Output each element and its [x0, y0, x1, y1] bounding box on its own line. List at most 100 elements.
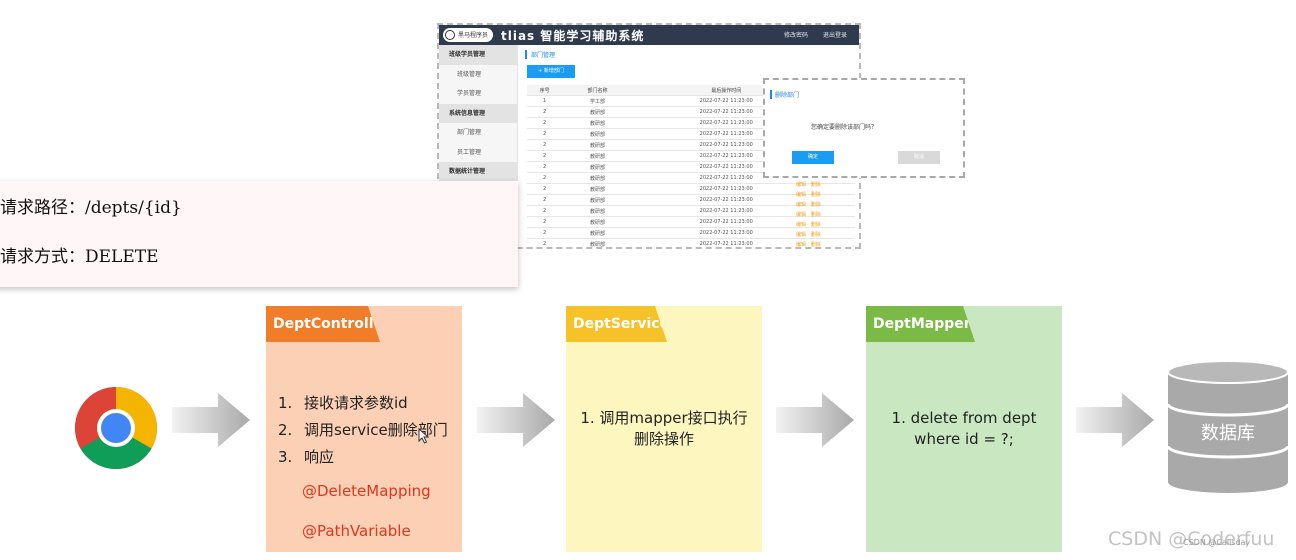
table-cell: 2022-07-22 11:23:00	[632, 238, 820, 247]
table-cell: 教研部	[562, 139, 633, 151]
delete-link[interactable]: 删除	[811, 192, 821, 198]
edit-link[interactable]: 编辑	[796, 242, 806, 248]
delete-link[interactable]: 删除	[811, 232, 821, 238]
logout-link[interactable]: 退出登录	[823, 30, 847, 39]
table-cell: 1	[527, 95, 563, 107]
dept-mapper-box: DeptMapper 1. delete from dept where id …	[866, 306, 1062, 552]
sidebar-item[interactable]: 员工管理	[439, 143, 517, 163]
table-cell: 2	[527, 172, 563, 184]
table-cell: 2	[527, 161, 563, 173]
path-variable-annotation: @PathVariable	[302, 522, 411, 540]
cancel-button[interactable]: 取消	[898, 151, 940, 164]
arrow-icon	[477, 393, 555, 447]
ops-row: 编辑 删除	[796, 230, 836, 240]
table-cell: 2022-07-22 11:23:00	[632, 205, 820, 217]
confirm-button[interactable]: 确定	[792, 151, 834, 164]
table-cell: 2	[527, 139, 563, 151]
delete-link[interactable]: 删除	[811, 242, 821, 248]
edit-link[interactable]: 编辑	[796, 192, 806, 198]
table-cell: 2	[527, 238, 563, 247]
ops-row: 编辑 删除	[796, 190, 836, 200]
table-cell: 2022-07-22 11:23:00	[632, 194, 820, 206]
app-title: tlias 智能学习辅助系统	[501, 29, 645, 43]
ops-row: 编辑 删除	[796, 180, 836, 190]
table-cell: 学工部	[562, 95, 633, 107]
app-header: 黑马程序员 tlias 智能学习辅助系统 修改密码 退出登录	[439, 25, 859, 45]
table-cell: 教研部	[562, 106, 633, 118]
sidebar-item[interactable]: 学员管理	[439, 84, 517, 104]
delete-link[interactable]: 删除	[811, 212, 821, 218]
table-cell: 教研部	[562, 183, 633, 195]
watermark-small: CSDN @Calisday	[1183, 538, 1251, 547]
sidebar-item[interactable]: 系统信息管理	[439, 103, 517, 123]
table-cell: 2022-07-22 11:23:00	[632, 216, 820, 228]
delete-link[interactable]: 删除	[811, 202, 821, 208]
step-1: 1. 接收请求参数id	[278, 394, 408, 412]
sidebar-item[interactable]: 班级学员管理	[439, 45, 517, 65]
edit-link[interactable]: 编辑	[796, 212, 806, 218]
delete-link[interactable]: 删除	[811, 182, 821, 188]
mouse-cursor-icon	[418, 428, 430, 444]
table-cell: 2	[527, 150, 563, 162]
ops-row: 编辑 删除	[796, 220, 836, 230]
table-cell: 2	[527, 216, 563, 228]
edit-link[interactable]: 编辑	[796, 182, 806, 188]
delete-link[interactable]: 删除	[811, 222, 821, 228]
request-info-card: 请求路径：/depts/{id} 请求方式：DELETE	[0, 181, 518, 287]
logo-text: 黑马程序员	[458, 32, 489, 39]
chrome-browser-icon	[75, 387, 157, 469]
app-logo: 黑马程序员	[443, 28, 493, 42]
ops-row: 编辑 删除	[796, 210, 836, 220]
table-cell: 教研部	[562, 205, 633, 217]
table-cell: 教研部	[562, 216, 633, 228]
service-title: DeptService	[566, 306, 667, 342]
table-cell: 教研部	[562, 194, 633, 206]
arrow-icon	[172, 393, 250, 447]
add-dept-button[interactable]: + 新增部门	[527, 65, 575, 78]
arrow-icon	[776, 393, 854, 447]
sidebar-item[interactable]: 班级管理	[439, 65, 517, 85]
database-label: 数据库	[1201, 423, 1255, 444]
edit-link[interactable]: 编辑	[796, 232, 806, 238]
table-cell: 2	[527, 205, 563, 217]
arrow-icon	[1076, 393, 1154, 447]
table-cell: 2	[527, 227, 563, 239]
table-cell: 2022-07-22 11:23:00	[632, 183, 820, 195]
controller-title: DeptController	[266, 306, 380, 342]
ops-row: 编辑 删除	[796, 240, 836, 250]
sidebar-item[interactable]: 数据统计管理	[439, 162, 517, 182]
table-cell: 2022-07-22 11:23:00	[632, 227, 820, 239]
ops-column: 编辑 删除 编辑 删除 编辑 删除 编辑 删除 编辑 删除 编辑 删除 编辑 删除	[796, 180, 836, 250]
edit-link[interactable]: 编辑	[796, 222, 806, 228]
table-cell: 2	[527, 117, 563, 129]
dept-service-box: DeptService 1. 调用mapper接口执行 删除操作	[566, 306, 762, 552]
service-steps: 1. 调用mapper接口执行 删除操作	[580, 409, 748, 448]
request-method: 请求方式：DELETE	[0, 247, 159, 267]
table-cell: 教研部	[562, 161, 633, 173]
logo-icon	[445, 30, 455, 40]
delete-dialog: 删除部门 您确定要删除该部门吗？ 确定 取消	[763, 78, 965, 178]
table-cell: 教研部	[562, 227, 633, 239]
breadcrumb: 部门管理	[525, 50, 555, 59]
delete-mapping-annotation: @DeleteMapping	[302, 482, 431, 500]
table-cell: 2	[527, 194, 563, 206]
table-cell: 2	[527, 183, 563, 195]
dialog-title: 删除部门	[770, 90, 799, 99]
table-cell: 2	[527, 106, 563, 118]
col-header-index: 序号	[527, 85, 563, 96]
table-cell: 2	[527, 128, 563, 140]
step-3: 3. 响应	[278, 448, 335, 466]
mapper-sql: 1. delete from dept where id = ?;	[891, 409, 1037, 448]
sidebar-item[interactable]: 部门管理	[439, 123, 517, 143]
table-cell: 教研部	[562, 150, 633, 162]
request-path: 请求路径：/depts/{id}	[0, 198, 182, 218]
col-header-name: 部门名称	[562, 85, 633, 96]
dialog-message: 您确定要删除该部门吗？	[811, 124, 878, 131]
edit-link[interactable]: 编辑	[796, 202, 806, 208]
ops-row: 编辑 删除	[796, 200, 836, 210]
table-cell: 教研部	[562, 117, 633, 129]
table-cell: 教研部	[562, 238, 633, 247]
dept-controller-box: DeptController 1. 接收请求参数id 2. 调用service删除部…	[266, 306, 462, 552]
change-password-link[interactable]: 修改密码	[784, 30, 808, 39]
table-cell: 教研部	[562, 128, 633, 140]
